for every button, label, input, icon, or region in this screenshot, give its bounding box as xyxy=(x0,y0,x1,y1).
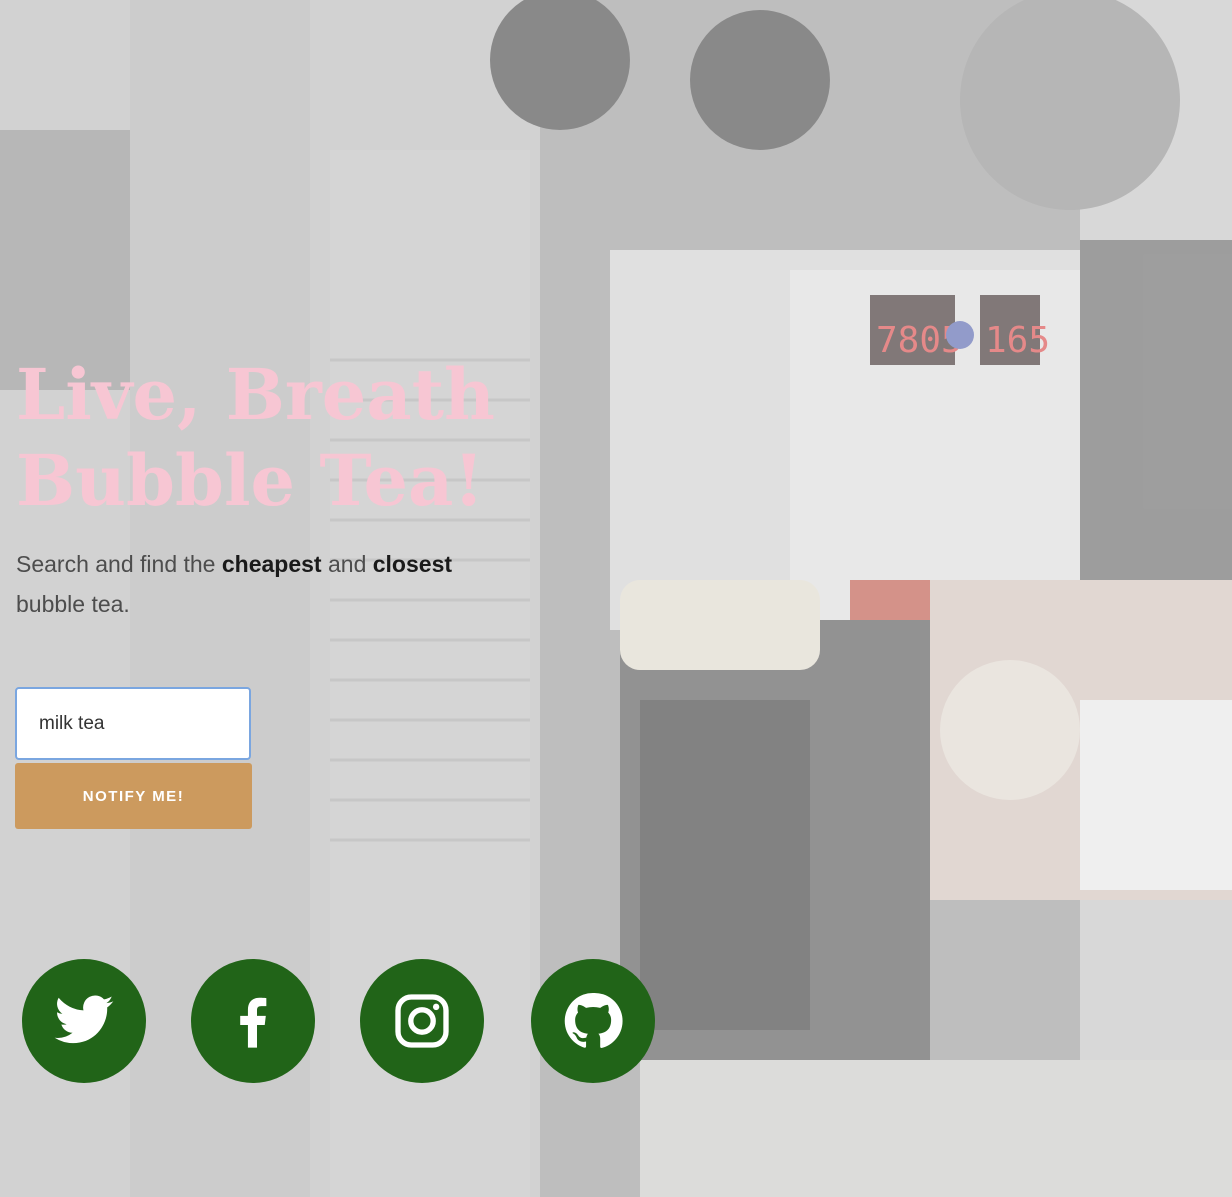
facebook-link[interactable] xyxy=(191,959,315,1083)
subtitle-text-3: bubble tea. xyxy=(16,591,130,617)
hero-section: Live, Breath Bubble Tea! Search and find… xyxy=(0,0,1232,1197)
github-link[interactable] xyxy=(531,959,655,1083)
subtitle-bold-closest: closest xyxy=(372,551,453,577)
subtitle-text-2: and xyxy=(321,551,373,577)
facebook-icon xyxy=(240,997,267,1048)
instagram-icon xyxy=(395,994,449,1048)
instagram-link[interactable] xyxy=(360,959,484,1083)
github-icon xyxy=(564,992,623,1048)
subtitle-text-1: Search and find the xyxy=(16,551,222,577)
headline-line-2: Bubble Tea! xyxy=(16,439,485,522)
notify-me-button[interactable]: NOTIFY ME! xyxy=(15,763,252,829)
hero-subtitle: Search and find the cheapest and closest… xyxy=(16,544,496,624)
headline-line-1: Live, Breath xyxy=(16,353,495,436)
hero-headline: Live, Breath Bubble Tea! xyxy=(16,352,495,524)
twitter-icon xyxy=(54,995,114,1044)
social-links xyxy=(22,959,662,1083)
subtitle-bold-cheapest: cheapest xyxy=(221,551,322,577)
twitter-link[interactable] xyxy=(22,959,146,1083)
search-input[interactable] xyxy=(15,687,251,760)
